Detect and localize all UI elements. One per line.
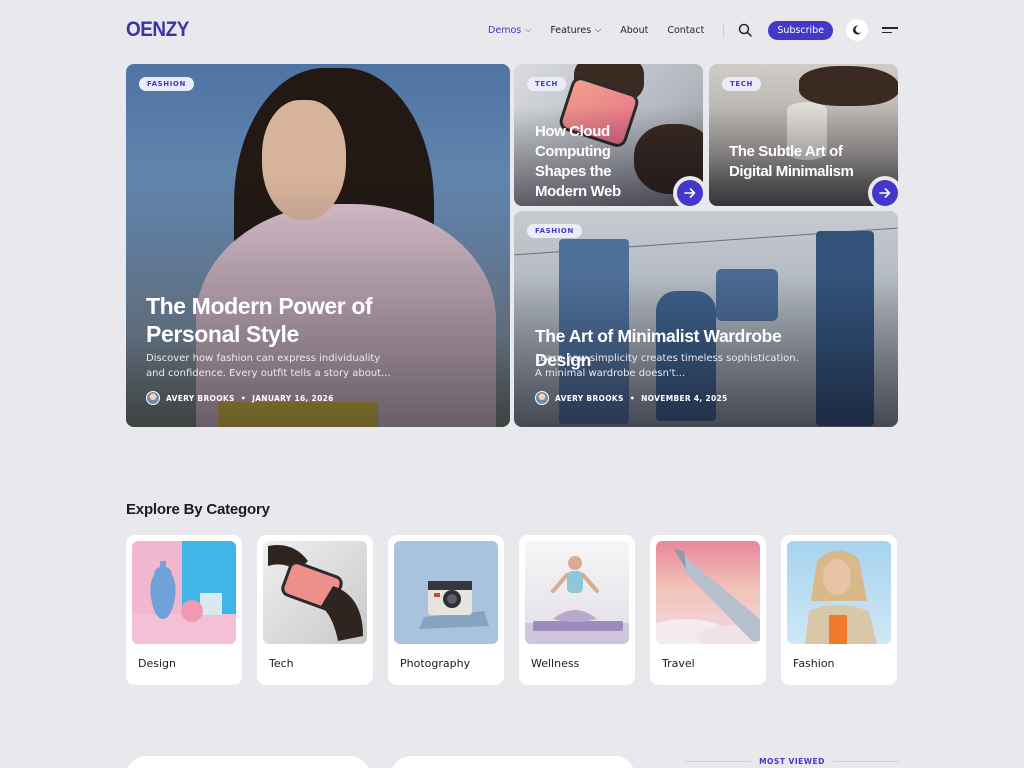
nav-label-about: About <box>620 24 649 36</box>
fashion-model-illustration <box>805 550 877 644</box>
search-button[interactable] <box>736 21 754 39</box>
arrow-right-icon <box>684 188 696 198</box>
post-meta: AVERY BROOKS • NOVEMBER 4, 2025 <box>535 391 728 405</box>
search-icon <box>739 23 753 37</box>
tech-post-card[interactable]: TECH The Subtle Art of Digital Minimalis… <box>709 64 898 206</box>
post-title[interactable]: How Cloud Computing Shapes the Modern We… <box>535 122 660 202</box>
section-title: Explore By Category <box>126 501 270 518</box>
category-thumbnail <box>263 541 367 644</box>
category-card-wellness[interactable]: Wellness <box>519 535 635 685</box>
category-tag[interactable]: TECH <box>527 77 566 91</box>
heading-line <box>832 761 898 762</box>
author-avatar <box>146 391 160 405</box>
meta-separator: • <box>240 393 247 403</box>
post-excerpt: Learn how simplicity creates timeless so… <box>535 353 799 379</box>
category-label: Design <box>138 657 176 670</box>
post-date: JANUARY 16, 2026 <box>252 393 334 403</box>
post-title[interactable]: The Modern Power of Personal Style <box>146 292 446 348</box>
category-tag[interactable]: FASHION <box>527 224 582 238</box>
category-thumbnail <box>656 541 760 644</box>
camera-illustration <box>419 581 489 629</box>
yoga-illustration <box>525 556 629 644</box>
category-thumbnail <box>394 541 498 644</box>
category-thumbnail <box>132 541 236 644</box>
vase-illustration <box>132 561 236 644</box>
heading-line <box>686 761 752 762</box>
nav-item-features[interactable]: Features ⌵ <box>550 25 601 36</box>
theme-toggle-button[interactable] <box>846 19 868 41</box>
post-card-peek[interactable] <box>126 756 370 768</box>
arrow-right-icon <box>879 188 891 198</box>
post-excerpt: Discover how fashion can express individ… <box>146 353 391 379</box>
read-more-button[interactable] <box>677 180 703 206</box>
subscribe-button[interactable]: Subscribe <box>768 20 833 40</box>
nav-label-contact: Contact <box>667 24 705 36</box>
nav-item-demos[interactable]: Demos ⌵ <box>488 25 531 36</box>
category-label: Travel <box>662 657 695 670</box>
airplane-wing-illustration <box>656 549 760 644</box>
category-label: Tech <box>269 657 294 670</box>
nav-divider <box>723 23 725 37</box>
post-title[interactable]: The Subtle Art of Digital Minimalism <box>729 142 869 182</box>
category-tag[interactable]: TECH <box>722 77 761 91</box>
post-date: NOVEMBER 4, 2025 <box>641 393 728 403</box>
menu-icon <box>882 27 898 33</box>
wardrobe-post-card[interactable]: FASHION The Art of Minimalist Wardrobe D… <box>514 211 898 427</box>
nav-item-about[interactable]: About <box>620 25 648 36</box>
tech-post-card[interactable]: TECH How Cloud Computing Shapes the Mode… <box>514 64 703 206</box>
chevron-down-icon: ⌵ <box>595 25 602 34</box>
category-label: Wellness <box>531 657 580 670</box>
read-more-button[interactable] <box>872 180 898 206</box>
category-thumbnail <box>787 541 891 644</box>
author-name[interactable]: AVERY BROOKS <box>166 394 235 403</box>
category-tag[interactable]: FASHION <box>139 77 194 91</box>
menu-button[interactable] <box>882 24 898 36</box>
nav-label-features: Features <box>550 24 592 36</box>
featured-post-card[interactable]: FASHION The Modern Power of Personal Sty… <box>126 64 510 427</box>
site-logo[interactable]: OENZY <box>126 18 189 42</box>
chevron-down-icon: ⌵ <box>525 25 532 34</box>
most-viewed-heading: MOST VIEWED <box>686 757 898 766</box>
author-name[interactable]: AVERY BROOKS <box>555 394 624 403</box>
main-nav: Demos ⌵ Features ⌵ About Contact Subscri… <box>488 19 898 41</box>
post-meta: AVERY BROOKS • JANUARY 16, 2026 <box>146 391 334 405</box>
category-card-design[interactable]: Design <box>126 535 242 685</box>
nav-item-contact[interactable]: Contact <box>667 25 704 36</box>
site-header: OENZY Demos ⌵ Features ⌵ About Contact S… <box>126 14 898 46</box>
category-card-photography[interactable]: Photography <box>388 535 504 685</box>
category-card-travel[interactable]: Travel <box>650 535 766 685</box>
author-avatar <box>535 391 549 405</box>
moon-icon <box>853 25 862 35</box>
meta-separator: • <box>629 393 636 403</box>
most-viewed-label: MOST VIEWED <box>759 757 825 766</box>
category-card-tech[interactable]: Tech <box>257 535 373 685</box>
category-card-fashion[interactable]: Fashion <box>781 535 897 685</box>
category-label: Fashion <box>793 657 835 670</box>
nav-label-demos: Demos <box>488 24 522 36</box>
category-thumbnail <box>525 541 629 644</box>
phone-illustration <box>268 545 363 641</box>
post-card-peek[interactable] <box>391 756 635 768</box>
category-label: Photography <box>400 657 471 670</box>
